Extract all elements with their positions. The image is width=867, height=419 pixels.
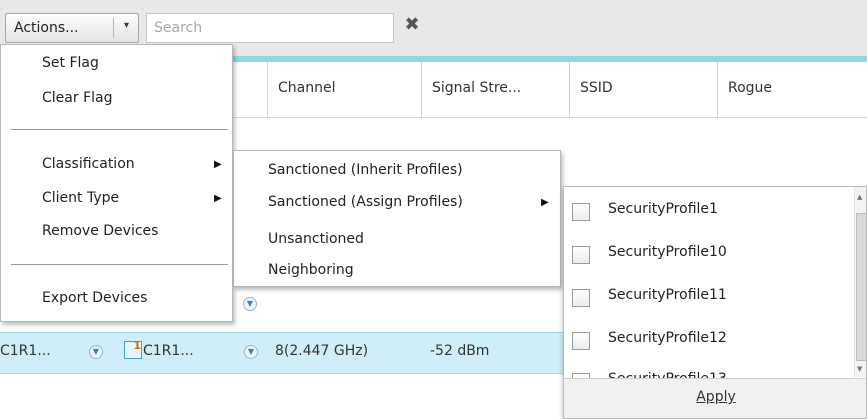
profile-checkbox[interactable] xyxy=(572,332,590,350)
row-cell-channel: 8(2.447 GHz) xyxy=(275,343,369,359)
menu-item-sanctioned-assign[interactable]: Sanctioned (Assign Profiles) xyxy=(268,194,463,210)
scroll-down-icon[interactable]: ▼ xyxy=(857,365,862,373)
row-expand-icon[interactable]: ▼ xyxy=(243,297,257,311)
menu-item-export-devices[interactable]: Export Devices xyxy=(42,290,147,306)
profile-label: SecurityProfile10 xyxy=(608,244,727,260)
profile-label: SecurityProfile11 xyxy=(608,287,727,303)
row-cell-signal: -52 dBm xyxy=(430,343,490,359)
profile-checkbox[interactable] xyxy=(572,246,590,264)
profiles-scrollbar[interactable]: ▲ ▼ xyxy=(854,187,866,377)
submenu-arrow-icon: ▶ xyxy=(541,197,549,208)
menu-item-unsanctioned[interactable]: Unsanctioned xyxy=(268,231,364,247)
apply-bar: Apply xyxy=(564,378,866,418)
menu-item-sanctioned-inherit[interactable]: Sanctioned (Inherit Profiles) xyxy=(268,162,463,178)
menu-separator xyxy=(11,264,228,265)
classification-submenu: Sanctioned (Inherit Profiles) Sanctioned… xyxy=(233,150,561,287)
search-input[interactable] xyxy=(146,13,394,43)
profile-checkbox[interactable] xyxy=(572,289,590,307)
column-header-ssid[interactable]: SSID xyxy=(569,62,717,118)
menu-item-clear-flag[interactable]: Clear Flag xyxy=(42,90,112,106)
profile-checkbox[interactable] xyxy=(572,203,590,221)
scrollbar-thumb[interactable] xyxy=(856,213,866,361)
profile-label: SecurityProfile1 xyxy=(608,201,718,217)
column-header-signal-strength[interactable]: Signal Stre... xyxy=(421,62,569,118)
actions-button-label: Actions... xyxy=(14,20,79,36)
cell-expand-icon[interactable]: ▼ xyxy=(244,345,258,359)
menu-item-remove-devices[interactable]: Remove Devices xyxy=(42,223,158,239)
column-header-rogue[interactable]: Rogue xyxy=(717,62,867,118)
clear-search-icon[interactable]: ✖ xyxy=(402,14,422,36)
actions-button-divider xyxy=(113,18,114,38)
column-header-channel[interactable]: Channel xyxy=(267,62,421,118)
row-cell-name-b: C1R1... xyxy=(143,343,194,359)
menu-separator xyxy=(11,129,228,130)
menu-item-set-flag[interactable]: Set Flag xyxy=(42,55,99,71)
scroll-up-icon[interactable]: ▲ xyxy=(857,193,862,201)
cell-expand-icon[interactable]: ▼ xyxy=(89,345,103,359)
security-profiles-panel: SecurityProfile1 SecurityProfile10 Secur… xyxy=(563,186,867,419)
profile-label: SecurityProfile12 xyxy=(608,330,727,346)
actions-button[interactable]: Actions... ▾ xyxy=(5,13,139,43)
submenu-arrow-icon: ▶ xyxy=(214,159,222,170)
row-cell-name-a: C1R1... xyxy=(0,343,51,359)
menu-item-client-type[interactable]: Client Type xyxy=(42,190,119,206)
actions-menu: Set Flag Clear Flag Classification ▶ Cli… xyxy=(0,44,233,322)
submenu-arrow-icon: ▶ xyxy=(214,193,222,204)
device-icon: 1 xyxy=(124,339,142,359)
chevron-down-icon[interactable]: ▾ xyxy=(124,20,129,31)
menu-item-classification[interactable]: Classification xyxy=(42,156,135,172)
apply-button[interactable]: Apply xyxy=(564,389,866,405)
menu-item-neighboring[interactable]: Neighboring xyxy=(268,262,354,278)
device-badge: 1 xyxy=(133,339,141,352)
